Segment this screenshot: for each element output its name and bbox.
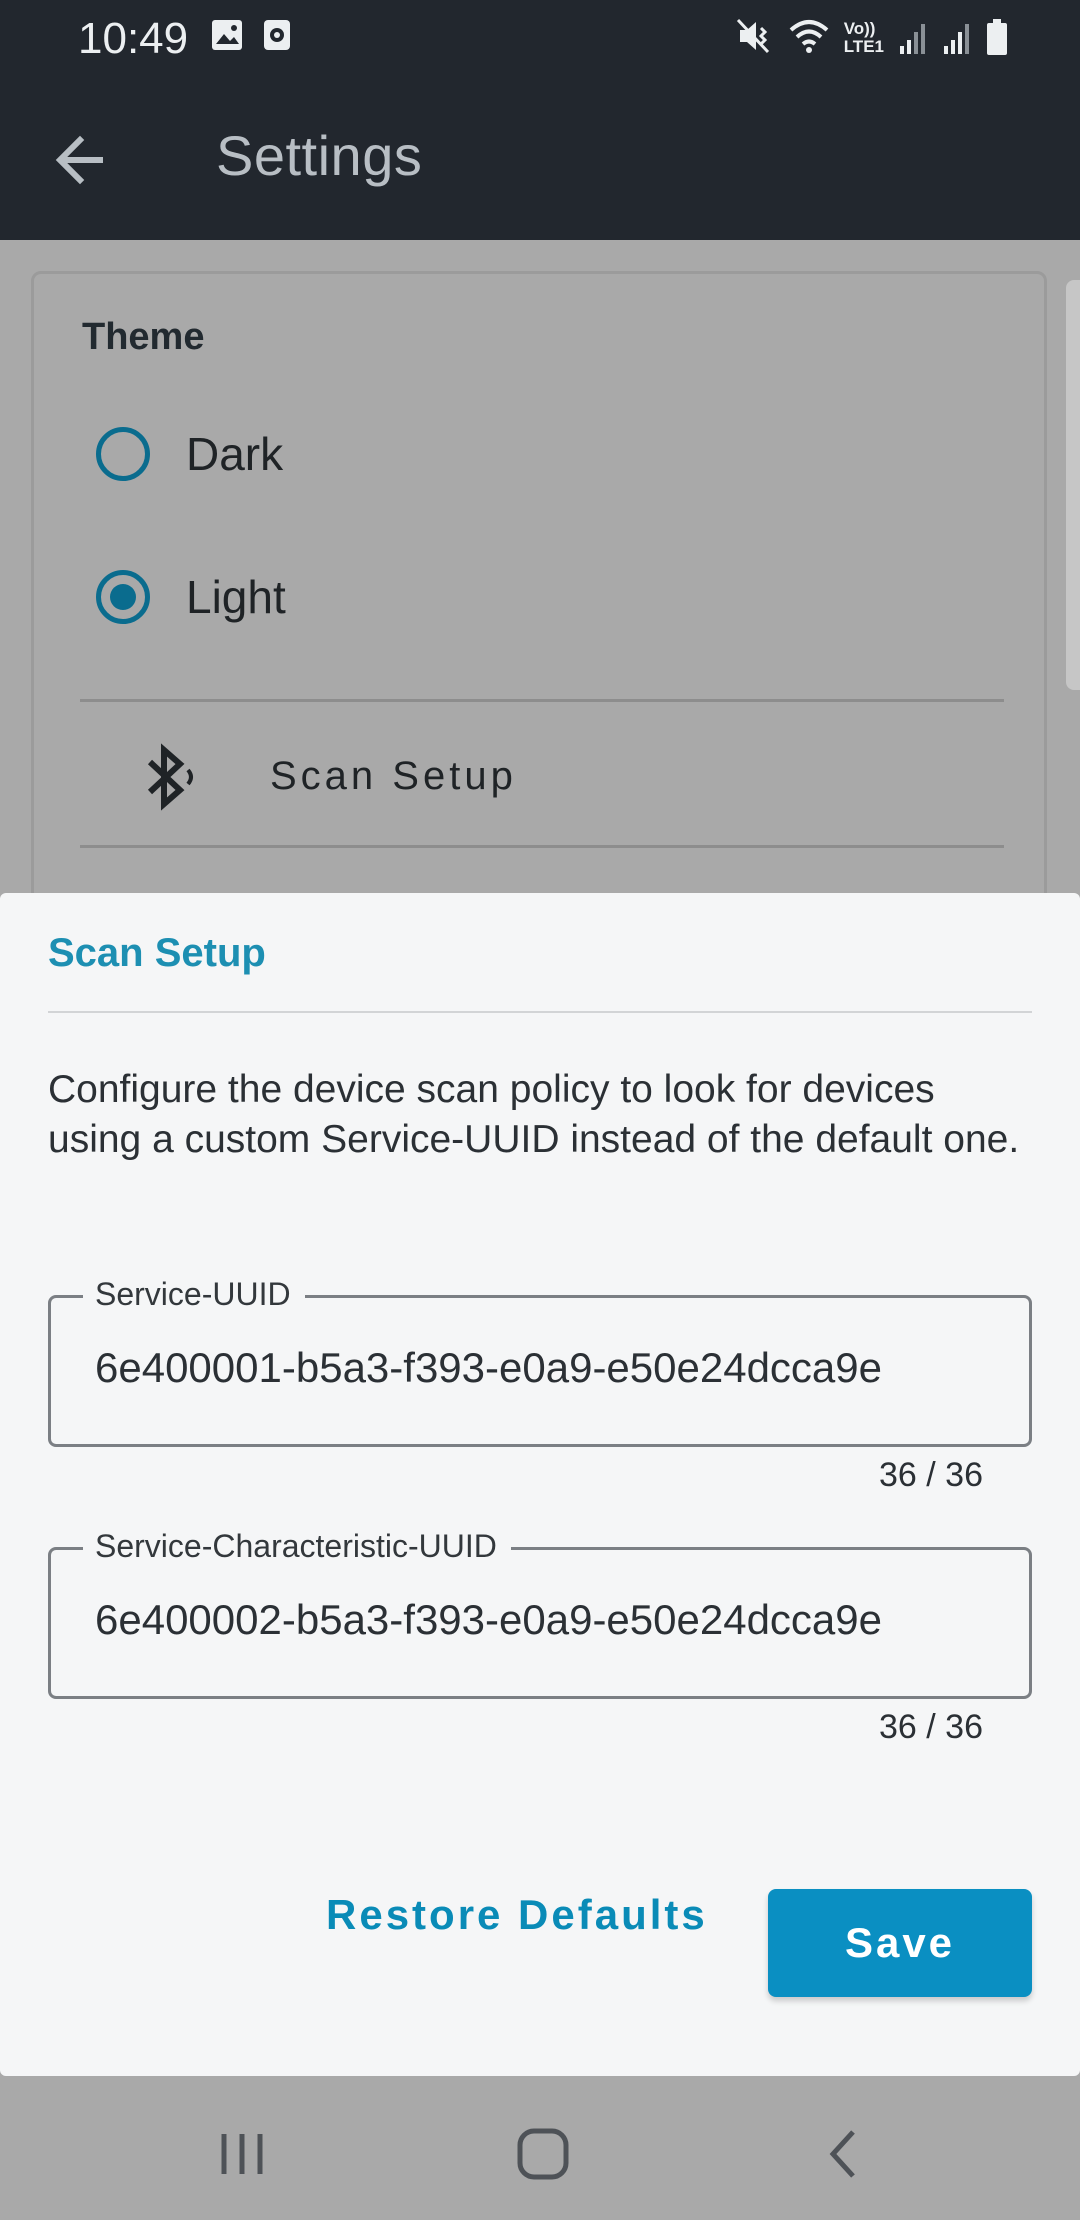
- dialog-title: Scan Setup: [48, 931, 266, 975]
- service-uuid-input[interactable]: [95, 1344, 995, 1392]
- bluetooth-scan-icon: [147, 743, 193, 811]
- service-uuid-counter: 36 / 36: [879, 1456, 983, 1494]
- dialog-divider: [48, 1011, 1032, 1013]
- save-button[interactable]: Save: [768, 1889, 1032, 1997]
- back-icon[interactable]: [815, 2124, 875, 2184]
- volte-lte1-icon: Vo)) LTE1: [843, 19, 884, 56]
- recent-apps-icon[interactable]: [212, 2124, 272, 2184]
- wifi-icon: [789, 20, 829, 53]
- divider: [80, 699, 1004, 702]
- theme-option-dark[interactable]: Dark: [96, 414, 283, 494]
- theme-option-light[interactable]: Light: [96, 557, 286, 637]
- scan-setup-item[interactable]: Scan Setup: [80, 704, 1004, 849]
- app-bar: Settings: [0, 75, 1080, 240]
- signal-icon: [944, 24, 969, 54]
- radio-dark[interactable]: [96, 427, 150, 481]
- service-characteristic-uuid-field[interactable]: Service-Characteristic-UUID: [48, 1528, 1032, 1699]
- mute-vibrate-icon: [736, 18, 769, 54]
- service-characteristic-uuid-label: Service-Characteristic-UUID: [83, 1528, 511, 1565]
- settings-card: Theme Dark Light Scan Setup: [31, 271, 1047, 971]
- restore-defaults-button[interactable]: Restore Defaults: [326, 1891, 708, 1939]
- scan-setup-dialog: Scan Setup Configure the device scan pol…: [0, 893, 1080, 2076]
- page-title: Settings: [216, 124, 423, 187]
- status-time: 10:49: [78, 14, 189, 63]
- service-uuid-label: Service-UUID: [83, 1276, 305, 1313]
- scrollbar[interactable]: [1066, 280, 1080, 690]
- home-icon[interactable]: [513, 2124, 573, 2184]
- theme-option-light-label: Light: [186, 571, 286, 623]
- service-characteristic-uuid-input[interactable]: [95, 1596, 995, 1644]
- arrow-back-icon[interactable]: [46, 125, 116, 195]
- theme-option-dark-label: Dark: [186, 428, 284, 480]
- scan-setup-label: Scan Setup: [270, 754, 517, 798]
- signal-icon: [900, 24, 925, 54]
- battery-icon: [987, 19, 1007, 55]
- divider: [80, 845, 1004, 848]
- status-bar: 10:49 Vo)) LTE1: [0, 0, 1080, 75]
- radio-light[interactable]: [96, 570, 150, 624]
- service-uuid-field[interactable]: Service-UUID: [48, 1276, 1032, 1447]
- theme-label: Theme: [82, 316, 205, 358]
- service-characteristic-uuid-counter: 36 / 36: [879, 1708, 983, 1746]
- dialog-description: Configure the device scan policy to look…: [48, 1068, 1020, 1161]
- screen-record-icon: [264, 20, 290, 50]
- navigation-bar: [0, 2076, 1080, 2220]
- image-icon: [212, 20, 242, 50]
